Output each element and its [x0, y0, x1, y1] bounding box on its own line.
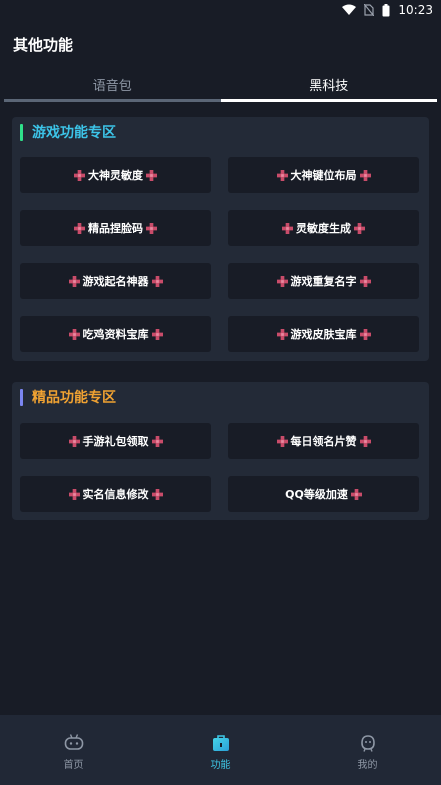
page-title: 其他功能 — [13, 36, 74, 54]
gem-icon — [359, 435, 371, 447]
nav-profile-label: 我的 — [357, 760, 378, 771]
gem-icon — [359, 169, 371, 181]
feature-button-label: 游戏起名神器 — [82, 275, 149, 288]
tab-voice-pack-underline — [4, 99, 221, 102]
section-title: 游戏功能专区 — [32, 125, 116, 141]
feature-button[interactable]: 实名信息修改 — [20, 476, 211, 512]
feature-button-label: 吃鸡资料宝库 — [82, 328, 149, 341]
feature-button[interactable]: QQ等级加速 — [228, 476, 419, 512]
section-game-features: 游戏功能专区 大神灵敏度 大神键位布局 精品捏脸码 灵敏度生成 游戏起名神器 游… — [12, 117, 429, 361]
gem-icon — [276, 275, 288, 287]
wifi-icon — [342, 4, 357, 15]
bag-icon — [212, 735, 229, 751]
battery-icon — [382, 3, 390, 16]
feature-button[interactable]: 大神灵敏度 — [20, 157, 211, 193]
nav-features[interactable]: 功能 — [147, 715, 294, 785]
gem-icon — [282, 222, 293, 234]
gem-icon — [74, 222, 85, 234]
tab-black-tech-label: 黑科技 — [309, 79, 349, 94]
feature-button-label: 精品捏脸码 — [88, 222, 143, 235]
feature-button-label: 游戏皮肤宝库 — [290, 328, 357, 341]
gem-icon — [146, 222, 157, 234]
feature-button[interactable]: 吃鸡资料宝库 — [20, 316, 211, 352]
feature-button[interactable]: 手游礼包领取 — [20, 423, 211, 459]
gem-icon — [359, 328, 371, 340]
section-premium-features: 精品功能专区 手游礼包领取 每日领名片赞 实名信息修改 QQ等级加速 — [12, 382, 429, 520]
section-accent-bar — [20, 388, 23, 406]
gem-icon — [146, 169, 157, 181]
gem-icon — [276, 328, 288, 340]
gem-icon — [151, 435, 163, 447]
feature-button[interactable]: 游戏皮肤宝库 — [228, 316, 419, 352]
feature-button[interactable]: 灵敏度生成 — [228, 210, 419, 246]
feature-button-label: QQ等级加速 — [285, 488, 348, 501]
section-header: 精品功能专区 — [20, 388, 116, 406]
section-title: 精品功能专区 — [32, 390, 116, 406]
gem-icon — [354, 222, 365, 234]
feature-button[interactable]: 游戏起名神器 — [20, 263, 211, 299]
gem-icon — [68, 275, 80, 287]
bottom-nav: 首页 功能 我的 — [0, 715, 441, 785]
no-sim-icon — [364, 4, 375, 16]
gem-icon — [151, 488, 163, 500]
gem-icon — [68, 435, 80, 447]
section-accent-bar — [20, 123, 23, 141]
section-header: 游戏功能专区 — [20, 123, 116, 141]
status-bar: 10:23 — [0, 0, 441, 20]
gem-icon — [151, 275, 163, 287]
gem-icon — [359, 275, 371, 287]
tab-bar: 语音包 黑科技 — [4, 66, 437, 102]
nav-features-label: 功能 — [210, 760, 231, 771]
nav-profile[interactable]: 我的 — [294, 715, 441, 785]
gem-icon — [151, 328, 163, 340]
feature-button-label: 灵敏度生成 — [296, 222, 351, 235]
feature-button[interactable]: 精品捏脸码 — [20, 210, 211, 246]
gem-icon — [276, 169, 288, 181]
feature-button-label: 游戏重复名字 — [290, 275, 357, 288]
gem-icon — [350, 488, 362, 500]
profile-icon — [360, 735, 375, 752]
status-time: 10:23 — [398, 3, 433, 17]
gem-icon — [68, 328, 80, 340]
gem-icon — [74, 169, 85, 181]
feature-button-label: 手游礼包领取 — [82, 435, 149, 448]
feature-button[interactable]: 每日领名片赞 — [228, 423, 419, 459]
feature-button-label: 实名信息修改 — [82, 488, 149, 501]
feature-button[interactable]: 游戏重复名字 — [228, 263, 419, 299]
gamepad-icon — [64, 734, 83, 750]
feature-button-label: 大神灵敏度 — [88, 169, 143, 182]
feature-button-label: 每日领名片赞 — [290, 435, 357, 448]
feature-button[interactable]: 大神键位布局 — [228, 157, 419, 193]
tab-black-tech-underline — [220, 99, 437, 102]
feature-button-label: 大神键位布局 — [290, 169, 357, 182]
gem-icon — [276, 435, 288, 447]
tab-voice-pack[interactable]: 语音包 — [4, 66, 221, 102]
tab-black-tech[interactable]: 黑科技 — [220, 66, 437, 102]
tab-voice-pack-label: 语音包 — [92, 79, 132, 94]
gem-icon — [68, 488, 80, 500]
nav-home[interactable]: 首页 — [0, 715, 147, 785]
nav-home-label: 首页 — [63, 760, 84, 771]
